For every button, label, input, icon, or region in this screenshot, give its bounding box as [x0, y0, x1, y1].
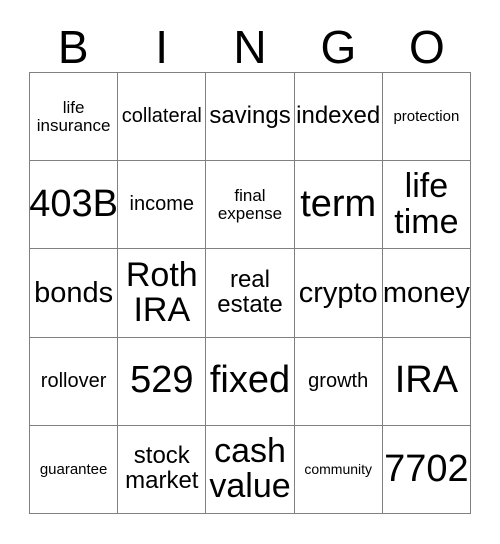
- bingo-cell-label: 7702: [384, 447, 469, 490]
- bingo-cell[interactable]: income: [118, 161, 207, 250]
- bingo-header-row: B I N G O: [29, 14, 471, 72]
- bingo-cell[interactable]: final expense: [206, 161, 295, 250]
- bingo-cell-label: IRA: [394, 359, 459, 402]
- bingo-cell[interactable]: rollover: [30, 337, 119, 426]
- bingo-cell[interactable]: 403B: [30, 161, 119, 250]
- bingo-cell-label: indexed: [296, 102, 381, 130]
- header-letter-n: N: [233, 21, 267, 73]
- bingo-cell[interactable]: collateral: [118, 73, 207, 162]
- bingo-cell-label: savings: [209, 102, 291, 130]
- bingo-cell-label: crypto: [298, 276, 378, 309]
- bingo-cell-label: final expense: [217, 186, 283, 223]
- bingo-cell-label: 403B: [30, 183, 118, 226]
- bingo-cell[interactable]: indexed: [294, 73, 383, 162]
- bingo-cell[interactable]: fixed: [206, 337, 295, 426]
- bingo-cell-label: cash value: [209, 432, 291, 506]
- bingo-cell-label: community: [304, 461, 373, 478]
- bingo-cell-label: life time: [394, 167, 459, 241]
- bingo-cell[interactable]: stock market: [118, 425, 207, 514]
- bingo-cell[interactable]: life insurance: [30, 73, 119, 162]
- bingo-cell[interactable]: 7702: [382, 425, 471, 514]
- bingo-cell[interactable]: community: [294, 425, 383, 514]
- bingo-cell-label: protection: [393, 107, 460, 125]
- bingo-cell-label: collateral: [121, 105, 202, 128]
- bingo-card: B I N G O life insurance collateral savi…: [0, 0, 500, 544]
- bingo-cell-label: stock market: [125, 442, 199, 495]
- bingo-cell-label: 529: [130, 359, 194, 402]
- bingo-cell-label: term: [300, 183, 377, 226]
- header-letter-o: O: [408, 21, 445, 73]
- bingo-cell-label: rollover: [40, 369, 107, 392]
- header-letter-g: G: [320, 21, 357, 73]
- bingo-cell-label: growth: [308, 369, 369, 392]
- bingo-cell[interactable]: real estate: [206, 249, 295, 338]
- bingo-cell[interactable]: protection: [382, 73, 471, 162]
- bingo-cell[interactable]: life time: [382, 161, 471, 250]
- bingo-cell-label: guarantee: [39, 460, 108, 478]
- bingo-cell-label: fixed: [209, 359, 291, 402]
- bingo-cell-label: life insurance: [36, 97, 111, 135]
- bingo-cell-label: real estate: [217, 266, 283, 318]
- bingo-cell[interactable]: term: [294, 161, 383, 250]
- bingo-cell[interactable]: guarantee: [30, 425, 119, 514]
- bingo-cell[interactable]: bonds: [30, 249, 119, 338]
- bingo-cell[interactable]: cash value: [206, 425, 295, 514]
- bingo-cell[interactable]: IRA: [382, 337, 471, 426]
- bingo-cell-label: money: [382, 276, 470, 309]
- header-letter-b: B: [57, 21, 89, 73]
- bingo-cell[interactable]: savings: [206, 73, 295, 162]
- bingo-cell[interactable]: Roth IRA: [118, 249, 207, 338]
- bingo-cell-label: Roth IRA: [125, 255, 198, 329]
- bingo-cell[interactable]: money: [382, 249, 471, 338]
- bingo-cell[interactable]: 529: [118, 337, 207, 426]
- bingo-cell[interactable]: growth: [294, 337, 383, 426]
- bingo-cell-label: bonds: [34, 276, 114, 309]
- bingo-cell-label: income: [129, 193, 195, 216]
- bingo-cell[interactable]: crypto: [294, 249, 383, 338]
- header-letter-i: I: [155, 21, 168, 73]
- bingo-grid: life insurance collateral savings indexe…: [29, 72, 471, 514]
